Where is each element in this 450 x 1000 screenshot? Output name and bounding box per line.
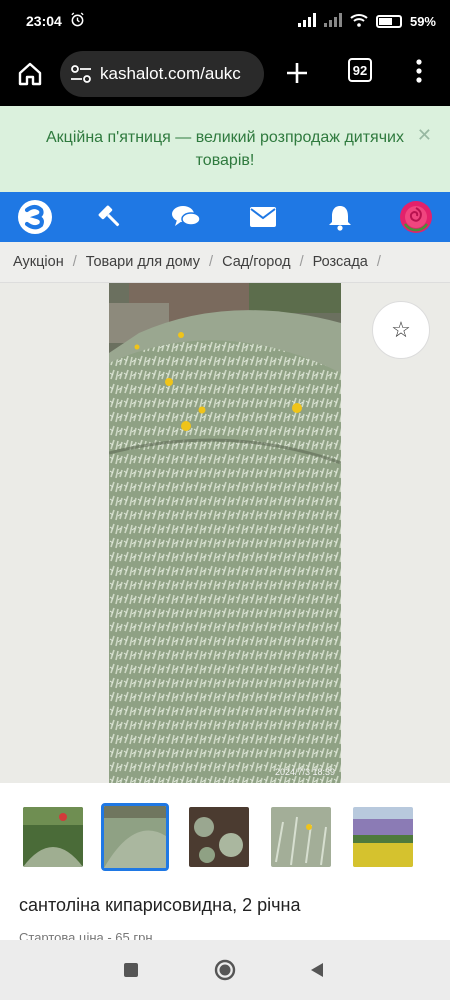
- thumbnail-3[interactable]: [189, 807, 249, 867]
- breadcrumb-item[interactable]: Розсада: [313, 254, 368, 270]
- url-text[interactable]: kashalot.com/aukc: [100, 64, 241, 84]
- breadcrumb-separator: /: [209, 254, 214, 270]
- thumbnail-5[interactable]: [353, 807, 413, 867]
- new-tab-icon[interactable]: [284, 60, 310, 91]
- more-menu-icon[interactable]: [415, 58, 423, 89]
- battery-percent: 59%: [409, 13, 436, 29]
- chat-icon[interactable]: [166, 192, 206, 242]
- bell-icon[interactable]: [320, 192, 360, 242]
- favorite-button[interactable]: ☆: [372, 301, 430, 359]
- thumbnail-1[interactable]: [23, 807, 83, 867]
- battery-icon: [375, 14, 402, 28]
- promo-banner: Акційна п'ятниця — великий розпродаж дит…: [0, 106, 450, 192]
- listing-title: сантоліна кипарисовидна, 2 річна: [19, 895, 301, 915]
- breadcrumb-item[interactable]: Товари для дому: [86, 254, 200, 270]
- promo-text: Акційна п'ятниця — великий розпродаж дит…: [46, 128, 404, 169]
- gavel-icon[interactable]: [90, 192, 130, 242]
- photo-timestamp: 2024/7/3 18:39: [274, 767, 335, 777]
- signal-icon: [297, 12, 316, 30]
- breadcrumb-separator: /: [376, 254, 381, 270]
- breadcrumb-item[interactable]: Аукціон: [13, 254, 64, 270]
- breadcrumb: Аукціон / Товари для дому / Сад/город / …: [0, 242, 450, 283]
- breadcrumb-separator: /: [72, 254, 77, 270]
- kashalot-logo-icon[interactable]: [15, 192, 55, 242]
- thumbnail-2-selected[interactable]: [101, 803, 169, 871]
- status-time: 23:04: [26, 13, 62, 29]
- browser-toolbar: kashalot.com/aukc 92: [0, 42, 450, 106]
- promo-close-icon[interactable]: ✕: [417, 122, 432, 148]
- mail-icon[interactable]: [243, 192, 283, 242]
- home-button-icon[interactable]: [214, 959, 236, 986]
- breadcrumb-item[interactable]: Сад/город: [222, 254, 291, 270]
- alarm-icon: [70, 12, 85, 30]
- home-icon[interactable]: [16, 60, 44, 93]
- avatar-rose-icon[interactable]: [396, 192, 436, 242]
- thumbnail-strip: [0, 783, 450, 883]
- recent-apps-icon[interactable]: [124, 963, 138, 982]
- thumbnail-4[interactable]: [271, 807, 331, 867]
- site-settings-icon[interactable]: [70, 64, 92, 84]
- signal-icon-2: [323, 12, 342, 30]
- photo-gallery: 2024/7/3 18:39 ☆: [0, 283, 450, 783]
- address-bar[interactable]: kashalot.com/aukc: [60, 51, 264, 97]
- tabs-count-button[interactable]: 92: [348, 58, 372, 82]
- status-bar: 23:04 59%: [0, 0, 450, 42]
- wifi-icon: [350, 13, 368, 30]
- breadcrumb-separator: /: [299, 254, 304, 270]
- back-icon[interactable]: [310, 962, 324, 983]
- system-navigation-bar: [0, 940, 450, 1000]
- site-nav: [0, 192, 450, 242]
- tabs-count: 92: [352, 62, 368, 78]
- main-product-photo[interactable]: 2024/7/3 18:39: [109, 283, 341, 783]
- star-icon: ☆: [391, 317, 411, 342]
